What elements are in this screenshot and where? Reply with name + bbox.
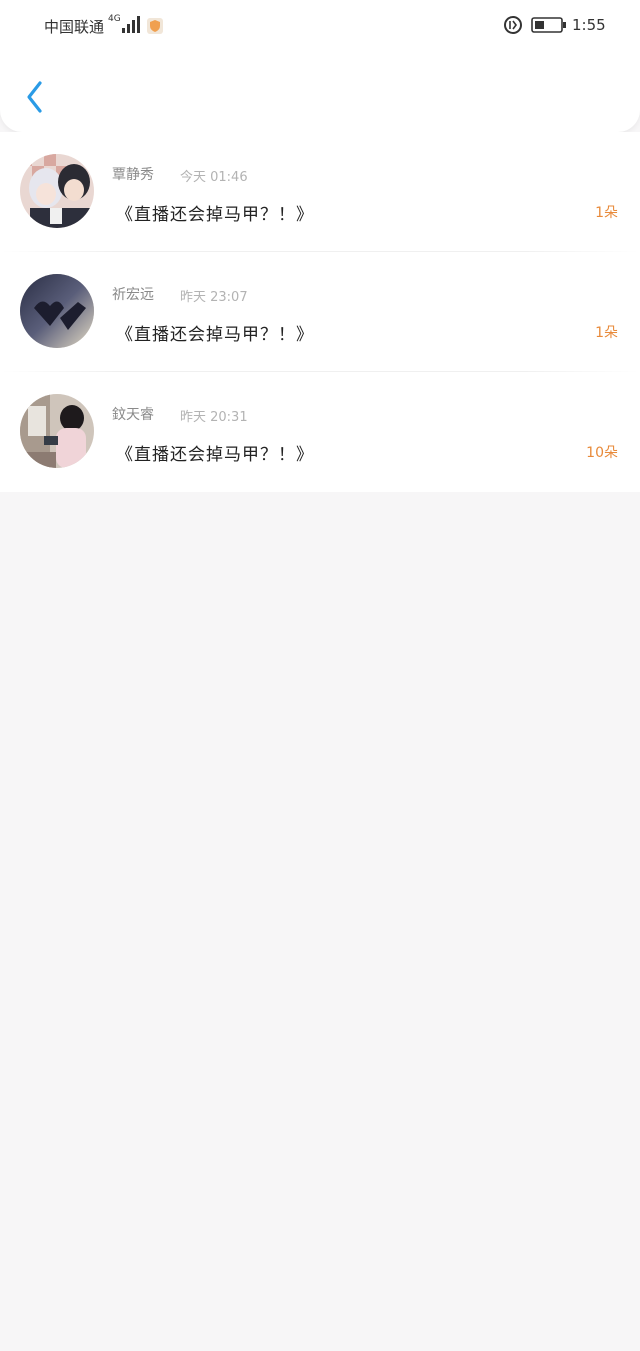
shield-icon <box>147 18 163 34</box>
data-saver-icon <box>504 16 522 34</box>
timestamp: 今天 01:46 <box>180 170 248 185</box>
list-item[interactable]: 覃静秀 今天 01:46 《直播还会掉马甲？！》 1朵 <box>0 132 640 252</box>
avatar-image <box>20 274 94 348</box>
gift-count: 1朵 <box>595 325 618 341</box>
timestamp: 昨天 23:07 <box>180 290 248 305</box>
status-bar: 中国联通 4G 1:55 <box>0 0 640 50</box>
avatar-image <box>20 154 94 228</box>
network-type: 4G <box>108 14 121 24</box>
user-name: 鈫天睿 <box>112 407 154 423</box>
book-title: 《直播还会掉马甲？！》 <box>116 445 314 465</box>
carrier-label: 中国联通 <box>44 18 105 36</box>
signal-icon: 4G <box>108 14 140 33</box>
avatar[interactable] <box>20 394 94 468</box>
list-item[interactable]: 祈宏远 昨天 23:07 《直播还会掉马甲？！》 1朵 <box>0 252 640 372</box>
book-title: 《直播还会掉马甲？！》 <box>116 205 314 225</box>
app-header: 中国联通 4G 1:55 <box>0 0 640 132</box>
chevron-left-icon <box>27 81 42 113</box>
timestamp: 昨天 20:31 <box>180 410 248 425</box>
avatar[interactable] <box>20 274 94 348</box>
user-name: 祈宏远 <box>112 287 154 303</box>
back-button[interactable] <box>18 76 58 116</box>
gift-list: 覃静秀 今天 01:46 《直播还会掉马甲？！》 1朵 祈宏远 昨天 23:07… <box>0 132 640 492</box>
user-name: 覃静秀 <box>112 167 154 183</box>
book-title: 《直播还会掉马甲？！》 <box>116 325 314 345</box>
battery-icon <box>531 17 566 33</box>
gift-count: 10朵 <box>586 445 618 461</box>
avatar-image <box>20 394 94 468</box>
gift-count: 1朵 <box>595 205 618 221</box>
avatar[interactable] <box>20 154 94 228</box>
list-item[interactable]: 鈫天睿 昨天 20:31 《直播还会掉马甲？！》 10朵 <box>0 372 640 492</box>
status-time: 1:55 <box>572 16 606 34</box>
